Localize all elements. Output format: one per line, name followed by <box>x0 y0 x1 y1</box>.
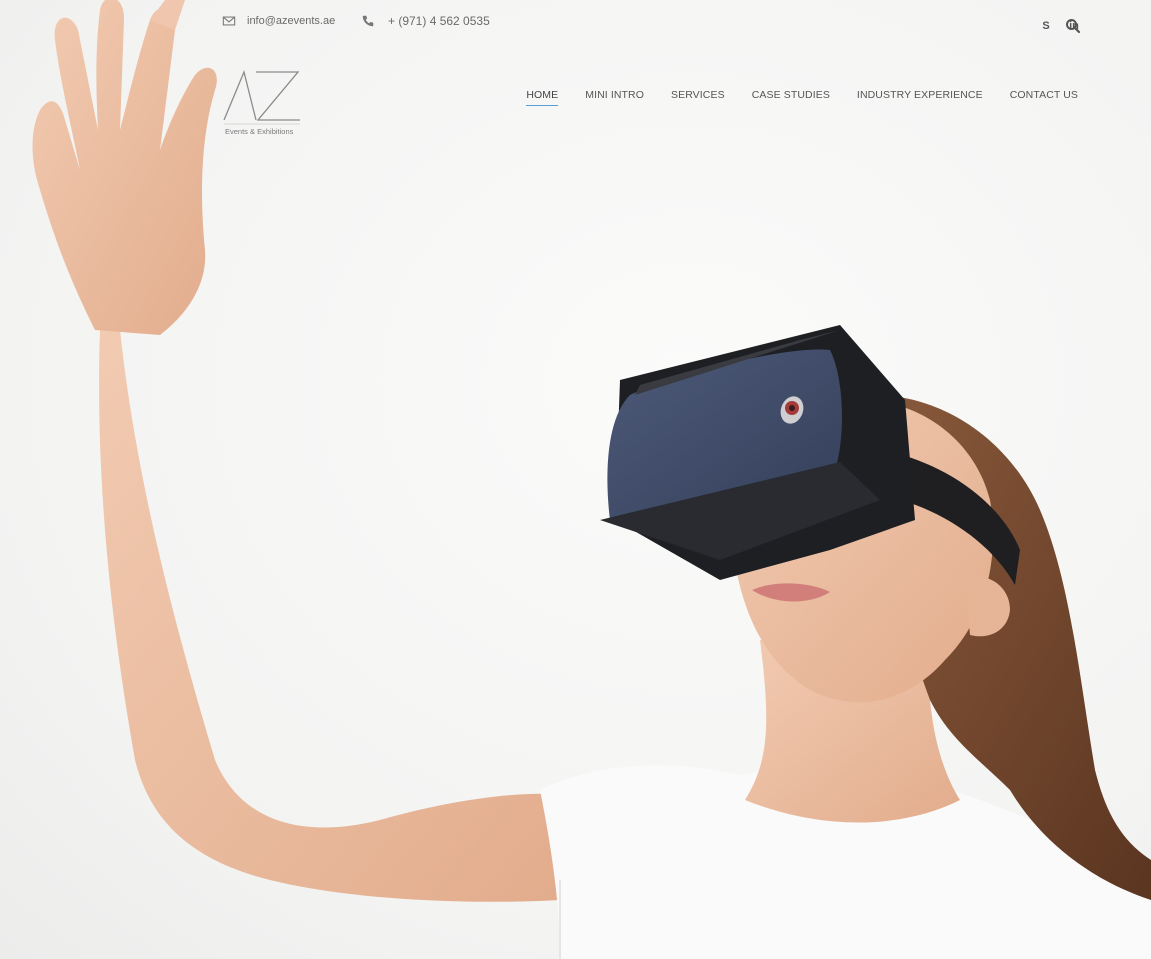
arm <box>99 330 570 902</box>
nav-case-studies[interactable]: CASE STUDIES <box>752 89 830 106</box>
hero-image <box>32 0 1151 959</box>
email-text: info@azevents.ae <box>247 15 336 27</box>
nav-contact-us[interactable]: CONTACT US <box>1010 89 1078 106</box>
main-nav: HOME MINI INTRO SERVICES CASE STUDIES IN… <box>526 89 1078 106</box>
phone-icon <box>362 15 374 27</box>
topbar: info@azevents.ae + (971) 4 562 0535 S in <box>0 0 1151 46</box>
nav-home[interactable]: HOME <box>526 89 559 106</box>
envelope-icon <box>222 16 236 26</box>
skype-icon[interactable]: S <box>1039 19 1053 33</box>
nav-services[interactable]: SERVICES <box>671 89 725 106</box>
page: info@azevents.ae + (971) 4 562 0535 S in… <box>0 0 1151 959</box>
search-icon[interactable] <box>1065 18 1081 34</box>
phone-link[interactable]: + (971) 4 562 0535 <box>361 14 490 28</box>
nav-mini-intro[interactable]: MINI INTRO <box>585 89 644 106</box>
site-logo[interactable]: Events & Exhibitions <box>222 68 306 140</box>
nav-industry-experience[interactable]: INDUSTRY EXPERIENCE <box>857 89 983 106</box>
email-link[interactable]: info@azevents.ae <box>222 14 335 28</box>
phone-text: + (971) 4 562 0535 <box>388 14 490 28</box>
hand <box>32 0 217 335</box>
logo-tagline: Events & Exhibitions <box>225 127 294 136</box>
az-logo-mark <box>223 69 300 125</box>
